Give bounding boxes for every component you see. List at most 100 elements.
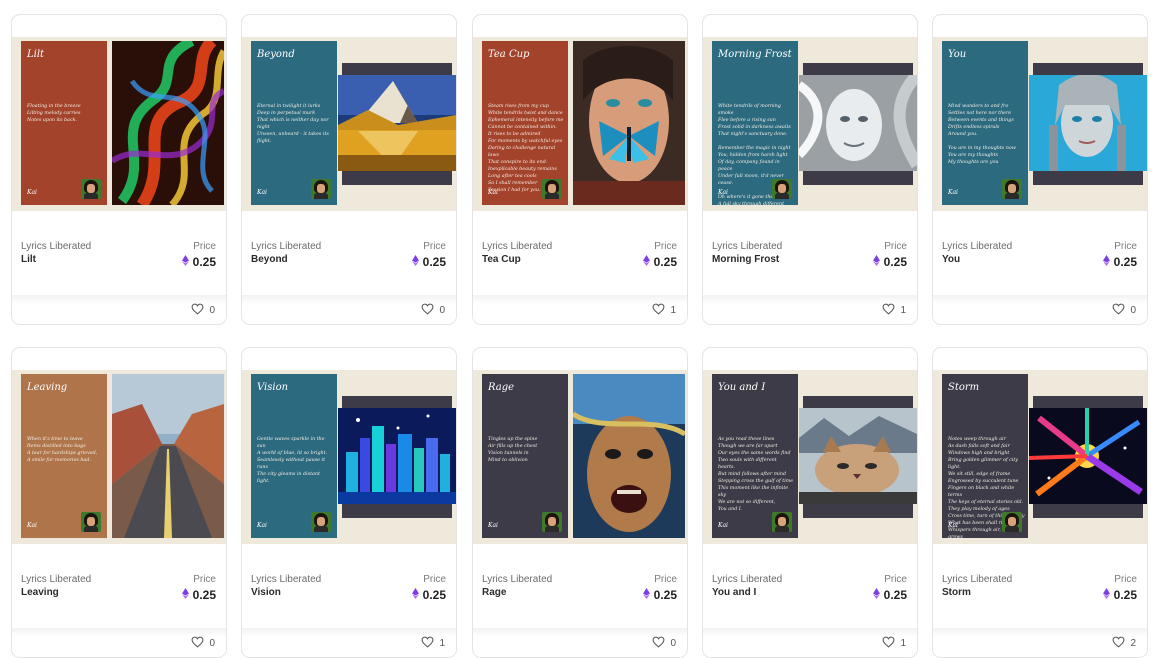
ethereum-icon — [1102, 255, 1114, 269]
collection-name[interactable]: Lyrics Liberated — [21, 574, 91, 585]
artist-signature: Kai — [948, 522, 958, 529]
poem-title: You — [948, 49, 967, 60]
like-button[interactable]: 1 — [882, 636, 906, 651]
nft-name[interactable]: Morning Frost — [712, 254, 779, 265]
collection-name[interactable]: Lyrics Liberated — [482, 241, 552, 252]
nft-artwork[interactable]: Rage Tingles up the spine Air fills up th… — [473, 370, 687, 544]
price-value: 0.25 — [872, 255, 907, 269]
ethereum-icon — [411, 588, 423, 602]
poem-lyrics: Mind wanders to and fro Settles not here… — [948, 104, 1016, 165]
collection-name[interactable]: Lyrics Liberated — [942, 241, 1012, 252]
poem-title: Leaving — [27, 382, 68, 393]
nft-name[interactable]: Beyond — [251, 254, 288, 265]
collection-name[interactable]: Lyrics Liberated — [482, 574, 552, 585]
nft-artwork[interactable]: You and I As you read these lines Though … — [703, 370, 917, 544]
nft-card[interactable]: Lilt Floating in the breeze Lilting melod… — [11, 14, 227, 325]
lyrics-panel: Morning Frost White tendrils of morning s… — [712, 41, 798, 211]
lyrics-panel: Vision Gentle waves sparkle in the sun A … — [251, 374, 337, 538]
price-value: 0.25 — [181, 588, 216, 602]
price-label: Price — [884, 574, 907, 585]
poem-lyrics: Gentle waves sparkle in the sun A world … — [257, 437, 328, 484]
collection-name[interactable]: Lyrics Liberated — [21, 241, 91, 252]
like-button[interactable]: 1 — [652, 303, 676, 318]
artwork-image — [571, 374, 687, 538]
collection-name[interactable]: Lyrics Liberated — [251, 574, 321, 585]
price-label: Price — [193, 241, 216, 252]
like-button[interactable]: 0 — [652, 636, 676, 651]
lyrics-panel: You Mind wanders to and fro Settles not h… — [942, 41, 1028, 205]
nft-name[interactable]: Tea Cup — [482, 254, 521, 265]
price-value: 0.25 — [642, 255, 677, 269]
price-value: 0.25 — [1102, 588, 1137, 602]
artist-avatar — [81, 179, 101, 199]
nft-card[interactable]: You and I As you read these lines Though … — [702, 347, 918, 658]
nft-artwork[interactable]: You Mind wanders to and fro Settles not h… — [933, 37, 1147, 211]
collection-name[interactable]: Lyrics Liberated — [942, 574, 1012, 585]
price-amount: 0.25 — [653, 588, 677, 602]
ethereum-icon — [872, 255, 884, 269]
lyrics-panel: Leaving When it's time to leave Items dis… — [21, 374, 107, 538]
lyrics-panel: Beyond Eternal in twilight it lurks Deep … — [251, 41, 337, 205]
nft-name[interactable]: You and I — [712, 587, 756, 598]
artwork-image — [110, 37, 226, 209]
artist-signature: Kai — [718, 189, 728, 196]
price-label: Price — [1114, 574, 1137, 585]
nft-card[interactable]: You Mind wanders to and fro Settles not h… — [932, 14, 1148, 325]
nft-card[interactable]: Leaving When it's time to leave Items dis… — [11, 347, 227, 658]
artist-avatar — [1002, 512, 1022, 532]
ethereum-icon — [642, 588, 654, 602]
artist-avatar — [542, 179, 562, 199]
nft-name[interactable]: You — [942, 254, 960, 265]
nft-name[interactable]: Rage — [482, 587, 506, 598]
price-amount: 0.25 — [192, 255, 216, 269]
collection-name[interactable]: Lyrics Liberated — [251, 241, 321, 252]
collection-name[interactable]: Lyrics Liberated — [712, 241, 782, 252]
nft-name[interactable]: Storm — [942, 587, 971, 598]
like-count: 1 — [900, 305, 906, 316]
nft-card[interactable]: Rage Tingles up the spine Air fills up th… — [472, 347, 688, 658]
like-button[interactable]: 1 — [421, 636, 445, 651]
nft-name[interactable]: Lilt — [21, 254, 36, 265]
nft-card[interactable]: Storm Notes weep through air As dash fall… — [932, 347, 1148, 658]
nft-name[interactable]: Vision — [251, 587, 281, 598]
poem-title: You and I — [718, 382, 766, 393]
nft-card[interactable]: Vision Gentle waves sparkle in the sun A … — [241, 347, 457, 658]
nft-card[interactable]: Tea Cup Steam rises from my cup White ten… — [472, 14, 688, 325]
artist-avatar — [311, 512, 331, 532]
price-label: Price — [423, 241, 446, 252]
like-button[interactable]: 0 — [1112, 303, 1136, 318]
heart-icon — [1112, 303, 1130, 318]
nft-artwork[interactable]: Leaving When it's time to leave Items dis… — [12, 370, 226, 544]
poem-title: Vision — [257, 382, 289, 393]
nft-card[interactable]: Morning Frost White tendrils of morning s… — [702, 14, 918, 325]
artwork-image — [799, 408, 917, 504]
price-label: Price — [193, 574, 216, 585]
nft-name[interactable]: Leaving — [21, 587, 59, 598]
like-button[interactable]: 2 — [1112, 636, 1136, 651]
price-value: 0.25 — [181, 255, 216, 269]
nft-artwork[interactable]: Lilt Floating in the breeze Lilting melod… — [12, 37, 226, 211]
collection-name[interactable]: Lyrics Liberated — [712, 574, 782, 585]
artwork-image — [1029, 73, 1147, 171]
nft-card[interactable]: Beyond Eternal in twilight it lurks Deep … — [241, 14, 457, 325]
lyrics-panel: Tea Cup Steam rises from my cup White ten… — [482, 41, 568, 205]
nft-artwork[interactable]: Vision Gentle waves sparkle in the sun A … — [242, 370, 456, 544]
nft-artwork[interactable]: Storm Notes weep through air As dash fall… — [933, 370, 1147, 544]
like-button[interactable]: 1 — [882, 303, 906, 318]
artwork-image — [1028, 408, 1147, 504]
like-button[interactable]: 0 — [421, 303, 445, 318]
like-button[interactable]: 0 — [191, 636, 215, 651]
price-value: 0.25 — [1102, 255, 1137, 269]
price-label: Price — [654, 574, 677, 585]
nft-artwork[interactable]: Beyond Eternal in twilight it lurks Deep … — [242, 37, 456, 211]
nft-artwork[interactable]: Tea Cup Steam rises from my cup White ten… — [473, 37, 687, 211]
poem-lyrics: As you read these lines Though we are fa… — [718, 437, 794, 512]
artist-avatar — [772, 512, 792, 532]
nft-artwork[interactable]: Morning Frost White tendrils of morning s… — [703, 37, 917, 211]
poem-title: Tea Cup — [488, 49, 530, 60]
poem-title: Morning Frost — [718, 49, 792, 60]
heart-icon — [421, 636, 439, 651]
price-label: Price — [1114, 241, 1137, 252]
artwork-image — [573, 41, 685, 205]
like-button[interactable]: 0 — [191, 303, 215, 318]
